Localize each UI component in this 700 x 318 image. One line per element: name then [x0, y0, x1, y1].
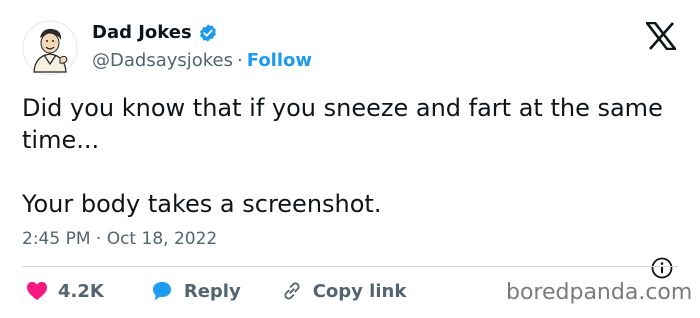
like-count: 4.2K	[58, 280, 104, 302]
info-icon[interactable]	[650, 256, 674, 280]
reply-label: Reply	[183, 280, 241, 302]
cartoon-dad-avatar-icon	[22, 20, 78, 76]
copy-link-label: Copy link	[312, 280, 407, 302]
x-logo-icon[interactable]	[646, 22, 676, 50]
separator-dot: ·	[237, 50, 243, 71]
handle-row: @Dadsaysjokes · Follow	[92, 50, 312, 71]
action-bar: 4.2K Reply Copy link	[22, 278, 406, 304]
author-name[interactable]: Dad Jokes	[92, 22, 192, 43]
tweet-timestamp[interactable]: 2:45 PM · Oct 18, 2022	[22, 229, 217, 249]
heart-icon	[27, 281, 47, 301]
link-icon	[284, 282, 300, 300]
follow-button[interactable]: Follow	[247, 50, 312, 71]
watermark: boredpanda.com	[506, 280, 693, 305]
reply-bubble-icon	[152, 282, 171, 301]
copy-link-button[interactable]: Copy link	[281, 280, 407, 302]
divider	[22, 266, 678, 267]
verified-badge-icon	[199, 23, 216, 42]
reply-button[interactable]: Reply	[150, 280, 241, 302]
tweet-text: Did you know that if you sneeze and fart…	[22, 92, 682, 220]
tweet-line-1: Did you know that if you sneeze and fart…	[22, 94, 663, 154]
tweet-line-2: Your body takes a screenshot.	[22, 190, 382, 218]
author-name-row: Dad Jokes	[92, 22, 218, 43]
like-button[interactable]: 4.2K	[26, 281, 104, 302]
author-handle[interactable]: @Dadsaysjokes	[92, 50, 233, 71]
avatar[interactable]	[22, 20, 78, 76]
